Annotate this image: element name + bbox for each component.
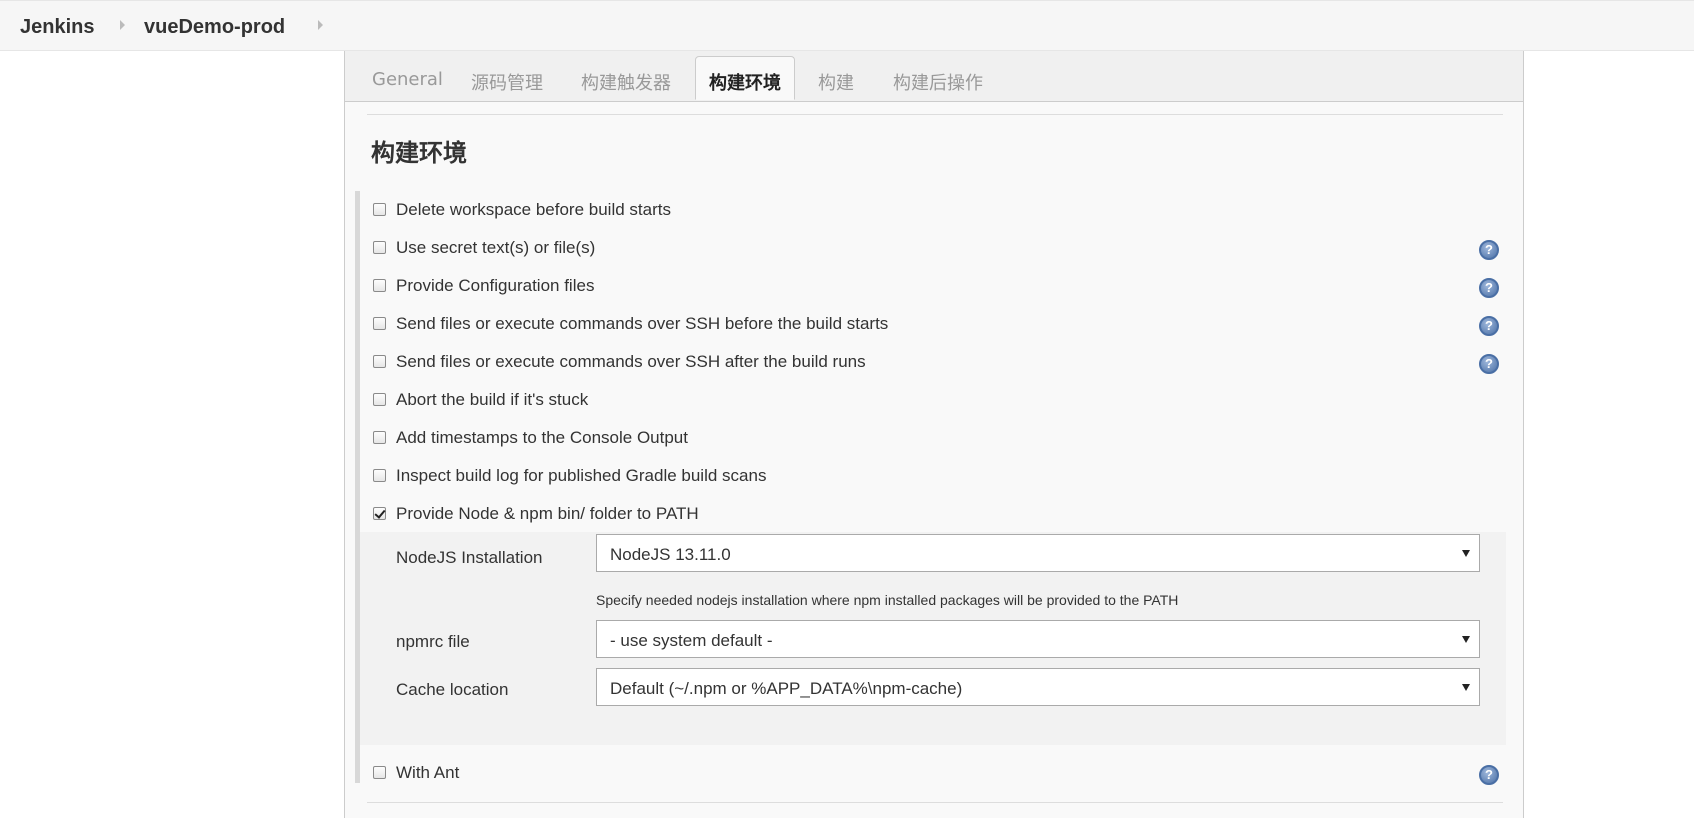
delete-workspace-checkbox[interactable] [373,203,386,216]
tab-general[interactable]: General [372,69,443,90]
option-label: Abort the build if it's stuck [396,390,589,409]
tab-build[interactable]: 构建 [818,69,854,95]
node-config-panel: NodeJS Installation NodeJS 13.11.0 Speci… [360,532,1506,745]
select-value: NodeJS 13.11.0 [610,545,731,564]
chevron-right-icon [120,20,125,30]
config-files-checkbox[interactable] [373,279,386,292]
tab-source-management[interactable]: 源码管理 [471,69,543,95]
timestamps-checkbox[interactable] [373,431,386,444]
abort-stuck-checkbox[interactable] [373,393,386,406]
section-title: 构建环境 [371,139,467,167]
option-label: With Ant [396,763,460,782]
option-label: Add timestamps to the Console Output [396,428,688,447]
chevron-right-icon[interactable] [318,20,323,30]
select-value: - use system default - [610,631,773,650]
ssh-after-checkbox[interactable] [373,355,386,368]
nodejs-installation-select[interactable]: NodeJS 13.11.0 [596,534,1480,572]
help-icon[interactable]: ? [1479,354,1499,374]
config-panel: General 源码管理 构建触发器 构建环境 构建 构建后操作 构建环境 De… [344,51,1524,818]
nodejs-installation-hint: Specify needed nodejs installation where… [596,592,1179,608]
option-label: Send files or execute commands over SSH … [396,314,889,333]
tab-build-triggers[interactable]: 构建触发器 [581,69,671,95]
caret-down-icon [1462,550,1470,557]
breadcrumb-project[interactable]: vueDemo-prod [144,16,285,39]
option-label: Send files or execute commands over SSH … [396,352,866,371]
nodejs-installation-label: NodeJS Installation [396,548,543,567]
tab-bar: General 源码管理 构建触发器 构建环境 构建 构建后操作 [345,51,1523,102]
caret-down-icon [1462,684,1470,691]
with-ant-checkbox[interactable] [373,766,386,779]
node-path-checkbox[interactable] [373,507,386,520]
secret-text-checkbox[interactable] [373,241,386,254]
breadcrumb: Jenkins vueDemo-prod [0,0,1694,51]
tab-build-environment[interactable]: 构建环境 [695,56,795,100]
help-icon[interactable]: ? [1479,278,1499,298]
help-icon[interactable]: ? [1479,765,1499,785]
help-icon[interactable]: ? [1479,316,1499,336]
cache-location-select[interactable]: Default (~/.npm or %APP_DATA%\npm-cache) [596,668,1480,706]
npmrc-select[interactable]: - use system default - [596,620,1480,658]
caret-down-icon [1462,636,1470,643]
divider [367,114,1503,115]
tab-post-build-actions[interactable]: 构建后操作 [893,69,983,95]
option-label: Inspect build log for published Gradle b… [396,466,767,485]
cache-location-label: Cache location [396,680,509,699]
ssh-before-checkbox[interactable] [373,317,386,330]
option-label: Delete workspace before build starts [396,200,671,219]
help-icon[interactable]: ? [1479,240,1499,260]
option-label: Use secret text(s) or file(s) [396,238,596,257]
option-label: Provide Node & npm bin/ folder to PATH [396,504,699,523]
npmrc-label: npmrc file [396,632,470,651]
select-value: Default (~/.npm or %APP_DATA%\npm-cache) [610,679,963,698]
divider [367,802,1503,803]
option-label: Provide Configuration files [396,276,595,295]
breadcrumb-jenkins[interactable]: Jenkins [20,16,94,39]
gradle-scans-checkbox[interactable] [373,469,386,482]
